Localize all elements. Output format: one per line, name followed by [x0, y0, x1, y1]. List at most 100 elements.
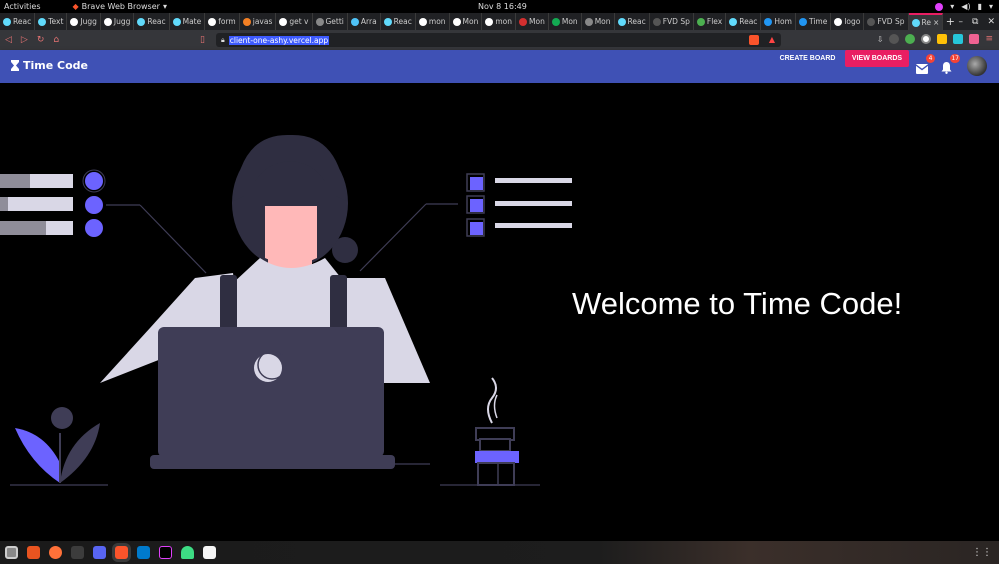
show-apps-icon[interactable]: ⋮⋮ — [972, 547, 992, 558]
tab-favicon-icon — [551, 17, 560, 26]
browser-tab[interactable]: get v — [276, 13, 313, 30]
tab-label: Mon — [529, 17, 545, 26]
tab-favicon-icon — [834, 17, 843, 26]
brave-notification-icon — [935, 2, 944, 11]
laptop-illustration — [150, 327, 395, 469]
extension-icon[interactable] — [921, 34, 932, 44]
browser-tab[interactable]: Reac — [0, 13, 36, 30]
url-field[interactable]: 🔒︎ client-one-ashy.vercel.app ▲ — [216, 33, 781, 47]
tab-favicon-icon — [617, 17, 626, 26]
clock[interactable]: Nov 8 16:49 — [478, 2, 527, 11]
reload-icon[interactable]: ↻ — [37, 35, 45, 45]
browser-tab[interactable]: Text — [35, 13, 68, 30]
download-icon[interactable]: ⇩ — [877, 35, 884, 44]
coffee-mug-illustration — [395, 377, 540, 486]
browser-tab[interactable]: Reac — [134, 13, 170, 30]
extensions: ⇩ ≡ — [877, 34, 993, 44]
discord-icon[interactable] — [93, 546, 106, 559]
system-tray[interactable]: ▾ ◀) ▮ ▾ — [935, 2, 993, 11]
tab-label: Mon — [462, 17, 479, 26]
browser-tab[interactable]: Mate — [170, 13, 206, 30]
tab-label: Jugg — [80, 17, 97, 26]
firefox-icon[interactable] — [49, 546, 62, 559]
android-studio-icon[interactable] — [181, 546, 194, 559]
browser-tab[interactable]: Flex — [694, 13, 727, 30]
tab-favicon-icon — [452, 17, 461, 26]
browser-tab[interactable]: Reac — [615, 13, 650, 30]
brave-shields-icon[interactable] — [749, 35, 759, 45]
menu-icon[interactable]: ≡ — [985, 34, 993, 44]
browser-tab[interactable]: form — [205, 13, 240, 30]
forward-icon[interactable]: ▷ — [21, 35, 28, 45]
browser-tab[interactable]: Mon — [450, 13, 483, 30]
browser-tab[interactable]: Mon — [582, 13, 615, 30]
app-menu-label: Brave Web Browser — [81, 2, 160, 11]
back-icon[interactable]: ◁ — [5, 35, 12, 45]
extension-icon[interactable] — [905, 34, 916, 44]
files-icon[interactable] — [5, 546, 18, 559]
browser-tab[interactable]: Getti — [313, 13, 348, 30]
hyper-terminal-icon[interactable] — [159, 546, 172, 559]
tab-label: Reac — [147, 17, 166, 26]
tab-favicon-icon — [485, 17, 494, 26]
brave-icon[interactable] — [115, 546, 128, 559]
browser-tab[interactable]: javas — [240, 13, 277, 30]
tab-favicon-icon — [519, 17, 528, 26]
extension-icon[interactable] — [889, 34, 900, 44]
browser-tab[interactable]: Mon — [516, 13, 549, 30]
browser-tab[interactable]: Mon — [549, 13, 582, 30]
close-window-icon[interactable]: ✕ — [987, 17, 995, 27]
url-text[interactable]: client-one-ashy.vercel.app — [228, 35, 330, 45]
restore-icon[interactable]: ⧉ — [972, 17, 978, 27]
browser-tab[interactable]: Hom — [761, 13, 796, 30]
browser-tab[interactable]: Arra — [348, 13, 381, 30]
software-center-icon[interactable] — [27, 546, 40, 559]
brand[interactable]: Time Code — [11, 59, 88, 72]
bookmark-icon[interactable]: ▯ — [200, 35, 205, 45]
minimize-icon[interactable]: – — [959, 17, 964, 27]
new-tab-button[interactable]: + — [943, 15, 957, 28]
view-boards-button[interactable]: VIEW BOARDS — [845, 50, 909, 67]
notifications-badge: 17 — [950, 54, 960, 63]
browser-tab[interactable]: Reac — [381, 13, 416, 30]
extension-icon[interactable] — [953, 34, 964, 44]
avatar[interactable] — [967, 56, 987, 76]
mail-button[interactable]: 4 — [915, 54, 935, 74]
tab-label: form — [218, 17, 236, 26]
browser-tab[interactable]: Jugg — [67, 13, 101, 30]
tab-label: mon — [428, 17, 446, 26]
tab-label: Jugg — [113, 17, 131, 26]
app-menu[interactable]: ◆ Brave Web Browser ▾ — [73, 2, 167, 11]
terminal-icon[interactable] — [71, 546, 84, 559]
tab-label: Reac — [13, 17, 32, 26]
browser-tab[interactable]: mon — [482, 13, 517, 30]
vscode-icon[interactable] — [137, 546, 150, 559]
tab-label: javas — [252, 17, 273, 26]
tab-label: Mon — [594, 17, 611, 26]
browser-tab[interactable]: FVD Sp — [650, 13, 694, 30]
tab-favicon-icon — [383, 17, 392, 26]
create-board-button[interactable]: CREATE BOARD — [772, 50, 843, 67]
browser-tab[interactable]: Re × — [908, 13, 944, 30]
browser-tab[interactable]: Jugg — [101, 13, 135, 30]
browser-tab[interactable]: mon — [416, 13, 450, 30]
browser-tab[interactable]: Time — [796, 13, 832, 30]
brave-rewards-icon[interactable]: ▲ — [769, 35, 775, 44]
browser-tab[interactable]: Reac — [726, 13, 762, 30]
bell-icon — [941, 62, 952, 74]
notifications-button[interactable]: 17 — [941, 54, 960, 74]
close-tab-icon[interactable]: × — [933, 18, 939, 27]
tab-label: Time — [808, 17, 828, 26]
tab-favicon-icon — [867, 17, 876, 26]
hourglass-icon — [11, 60, 19, 71]
extension-icon[interactable] — [937, 34, 948, 44]
browser-tab[interactable]: logo — [831, 13, 865, 30]
tab-label: get v — [289, 17, 309, 26]
extensions-puzzle-icon[interactable] — [969, 34, 980, 44]
home-icon[interactable]: ⌂ — [53, 35, 59, 45]
text-editor-icon[interactable] — [203, 546, 216, 559]
brand-title: Time Code — [23, 59, 88, 72]
tab-label: Mate — [182, 17, 202, 26]
activities-button[interactable]: Activities — [4, 2, 41, 11]
browser-tab[interactable]: FVD Sp — [864, 13, 909, 30]
